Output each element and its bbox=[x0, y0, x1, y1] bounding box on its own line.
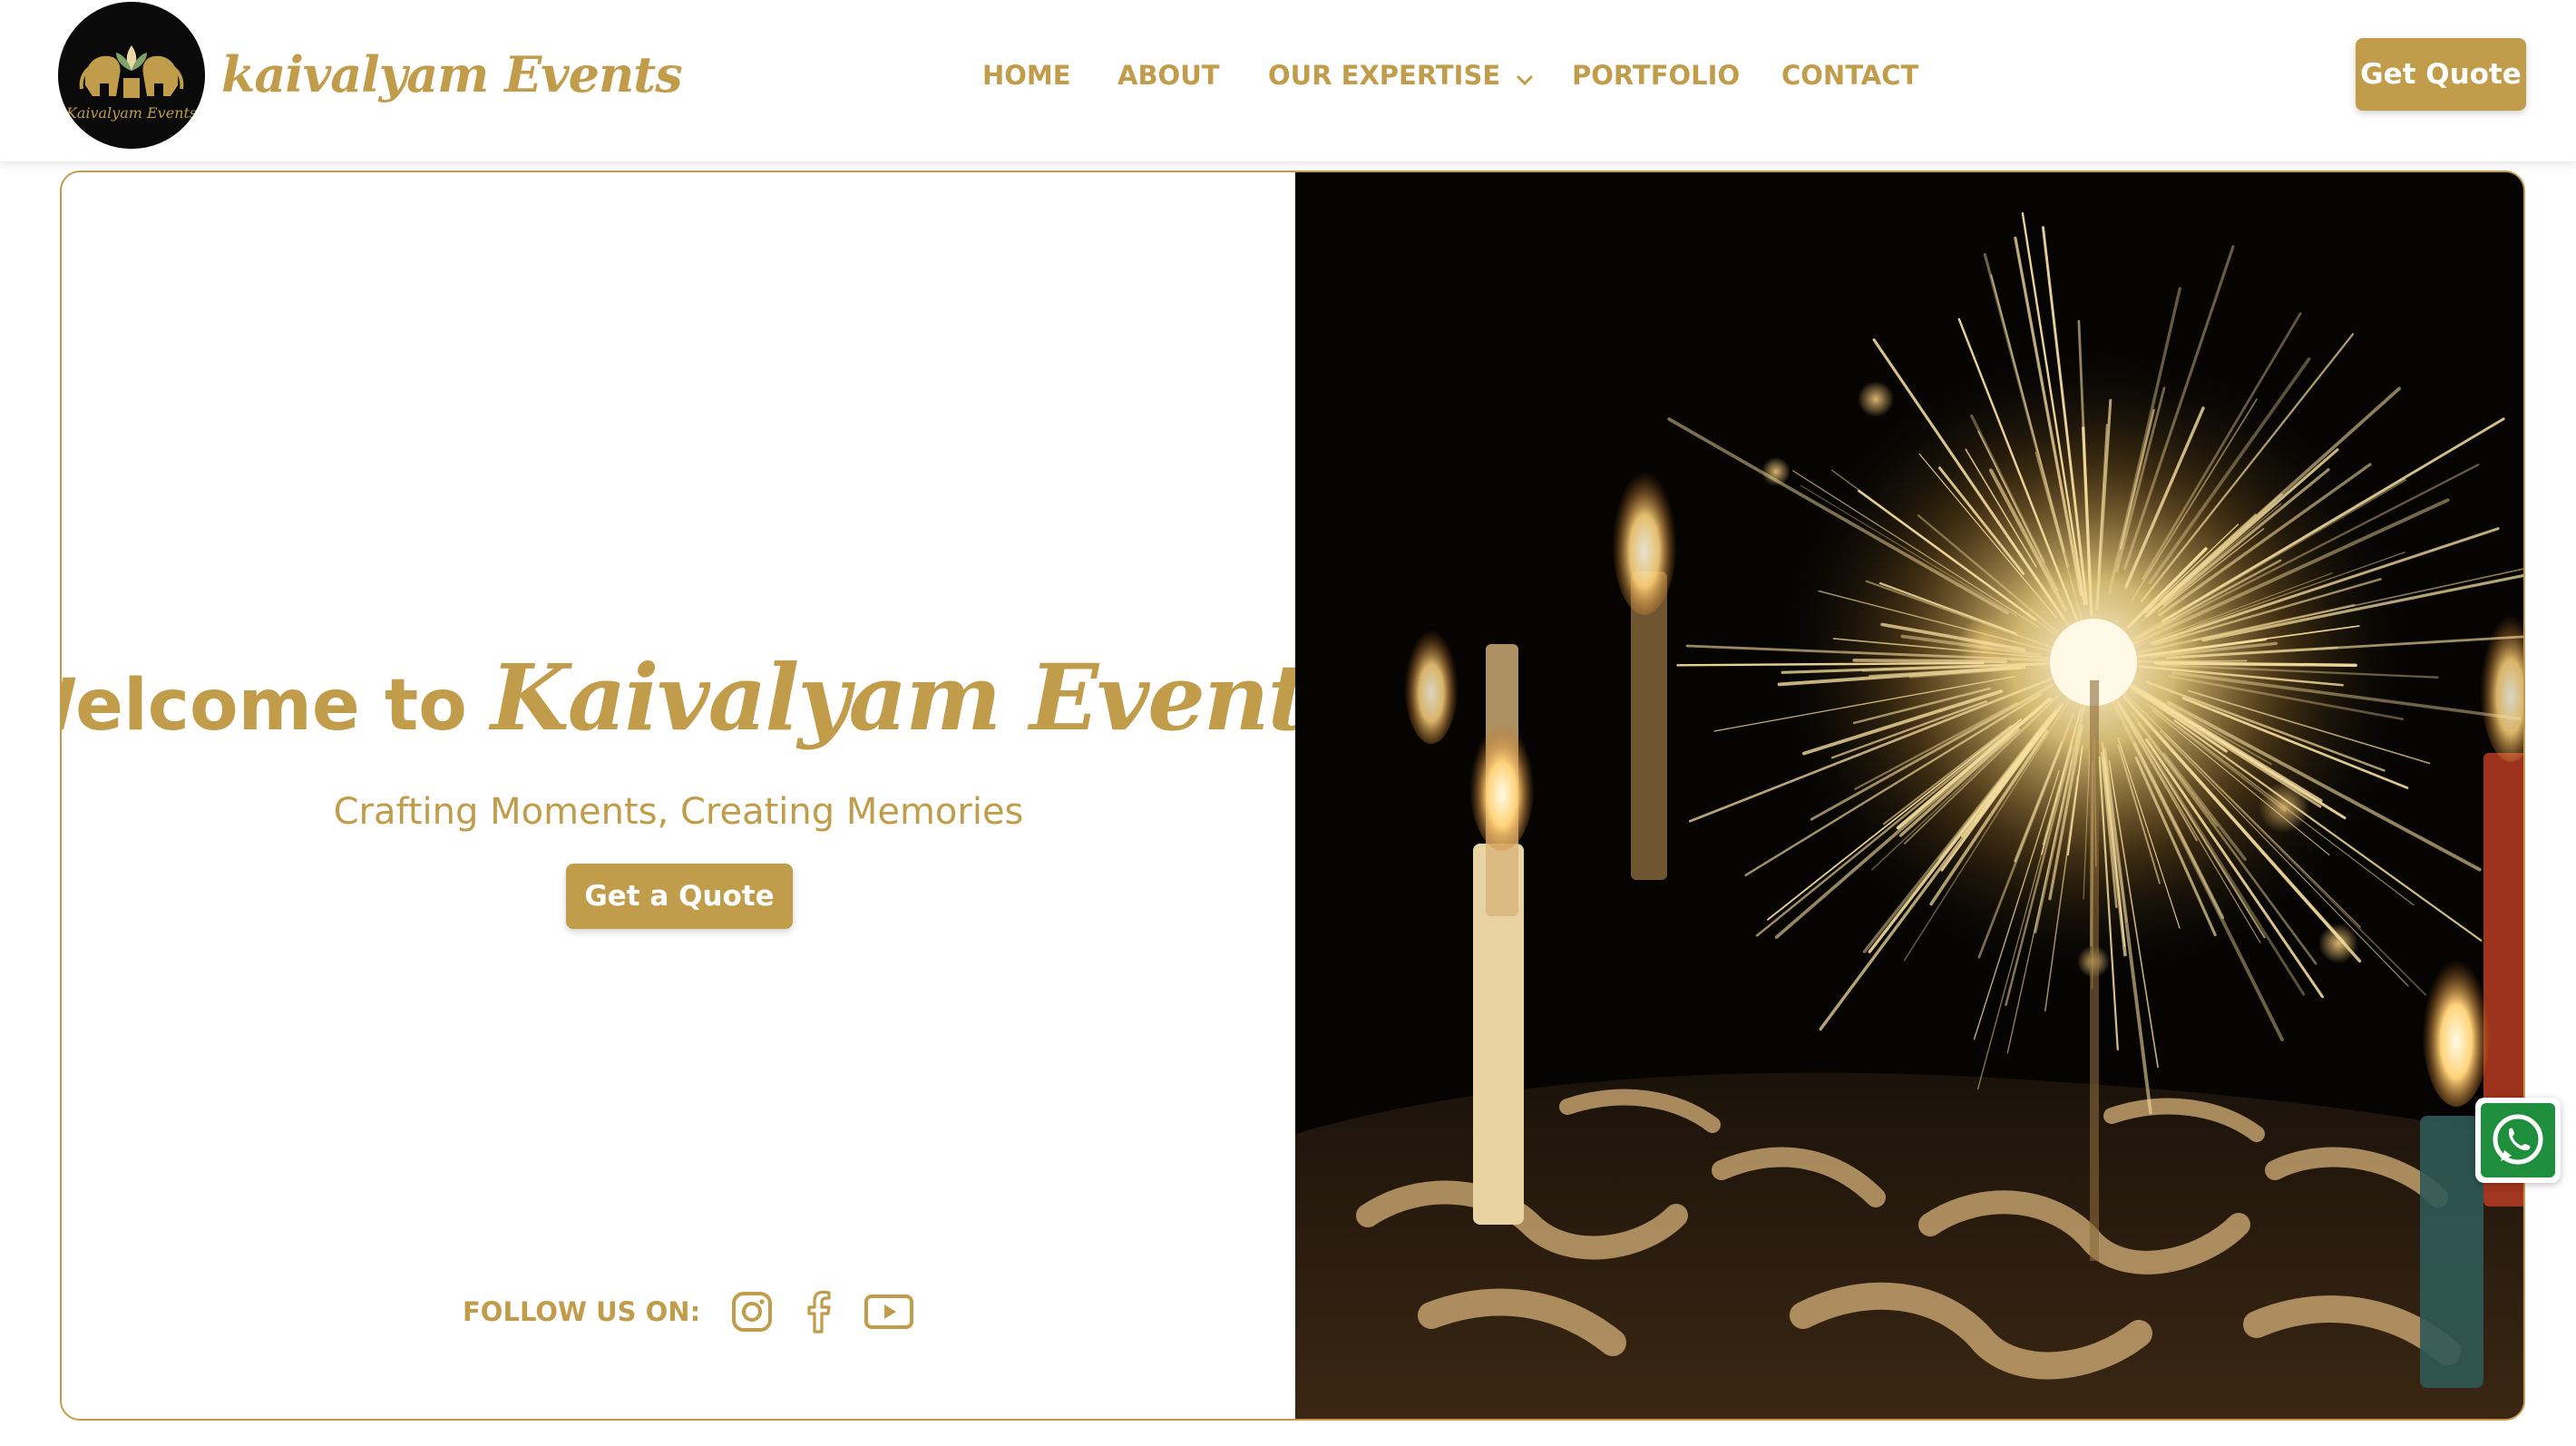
sparkler-ray bbox=[2130, 659, 2248, 663]
sparkler-photo bbox=[1295, 172, 2523, 1419]
sparkler-ray bbox=[1852, 659, 2007, 664]
hero-heading-brand: Kaivalyam Events bbox=[490, 644, 1359, 751]
nav-portfolio[interactable]: PORTFOLIO bbox=[1572, 56, 1740, 94]
hero-tagline: Crafting Moments, Creating Memories bbox=[333, 791, 1024, 833]
nav-contact[interactable]: CONTACT bbox=[1781, 56, 1918, 94]
hero-heading-prefix: Welcome to bbox=[62, 665, 467, 747]
hero-text-panel: Welcome to Kaivalyam Events Get a Quote … bbox=[62, 172, 1359, 1419]
follow-us-row: FOLLOW US ON: bbox=[463, 1286, 934, 1337]
brand-name[interactable]: kaivalyam Events bbox=[221, 38, 683, 111]
hero-section: Welcome to Kaivalyam Events Get a Quote … bbox=[60, 171, 2525, 1421]
nav-home[interactable]: HOME bbox=[982, 56, 1071, 94]
whatsapp-icon bbox=[2481, 1103, 2555, 1177]
logo-emblem-icon: Kaivalyam Events bbox=[58, 2, 205, 149]
facebook-icon[interactable] bbox=[795, 1287, 844, 1336]
nav-our-expertise[interactable]: OUR EXPERTISE bbox=[1268, 56, 1533, 94]
nav-our-expertise-label: OUR EXPERTISE bbox=[1268, 60, 1501, 91]
nav-about[interactable]: ABOUT bbox=[1117, 56, 1220, 94]
whatsapp-button[interactable] bbox=[2475, 1098, 2561, 1183]
get-quote-button[interactable]: Get Quote bbox=[2356, 38, 2526, 111]
chevron-down-icon bbox=[1517, 58, 1533, 96]
hero-heading: Welcome to Kaivalyam Events bbox=[62, 644, 1359, 798]
logo-text: Kaivalyam Events bbox=[65, 104, 197, 122]
hero-photo bbox=[1295, 172, 2523, 1419]
site-header: Kaivalyam Events kaivalyam Events HOME A… bbox=[0, 0, 2576, 161]
follow-us-label: FOLLOW US ON: bbox=[463, 1296, 701, 1327]
get-a-quote-button[interactable]: Get a Quote bbox=[566, 864, 793, 929]
instagram-icon[interactable] bbox=[727, 1287, 776, 1336]
brand-logo[interactable]: Kaivalyam Events bbox=[58, 2, 205, 149]
youtube-icon[interactable] bbox=[862, 1287, 916, 1336]
